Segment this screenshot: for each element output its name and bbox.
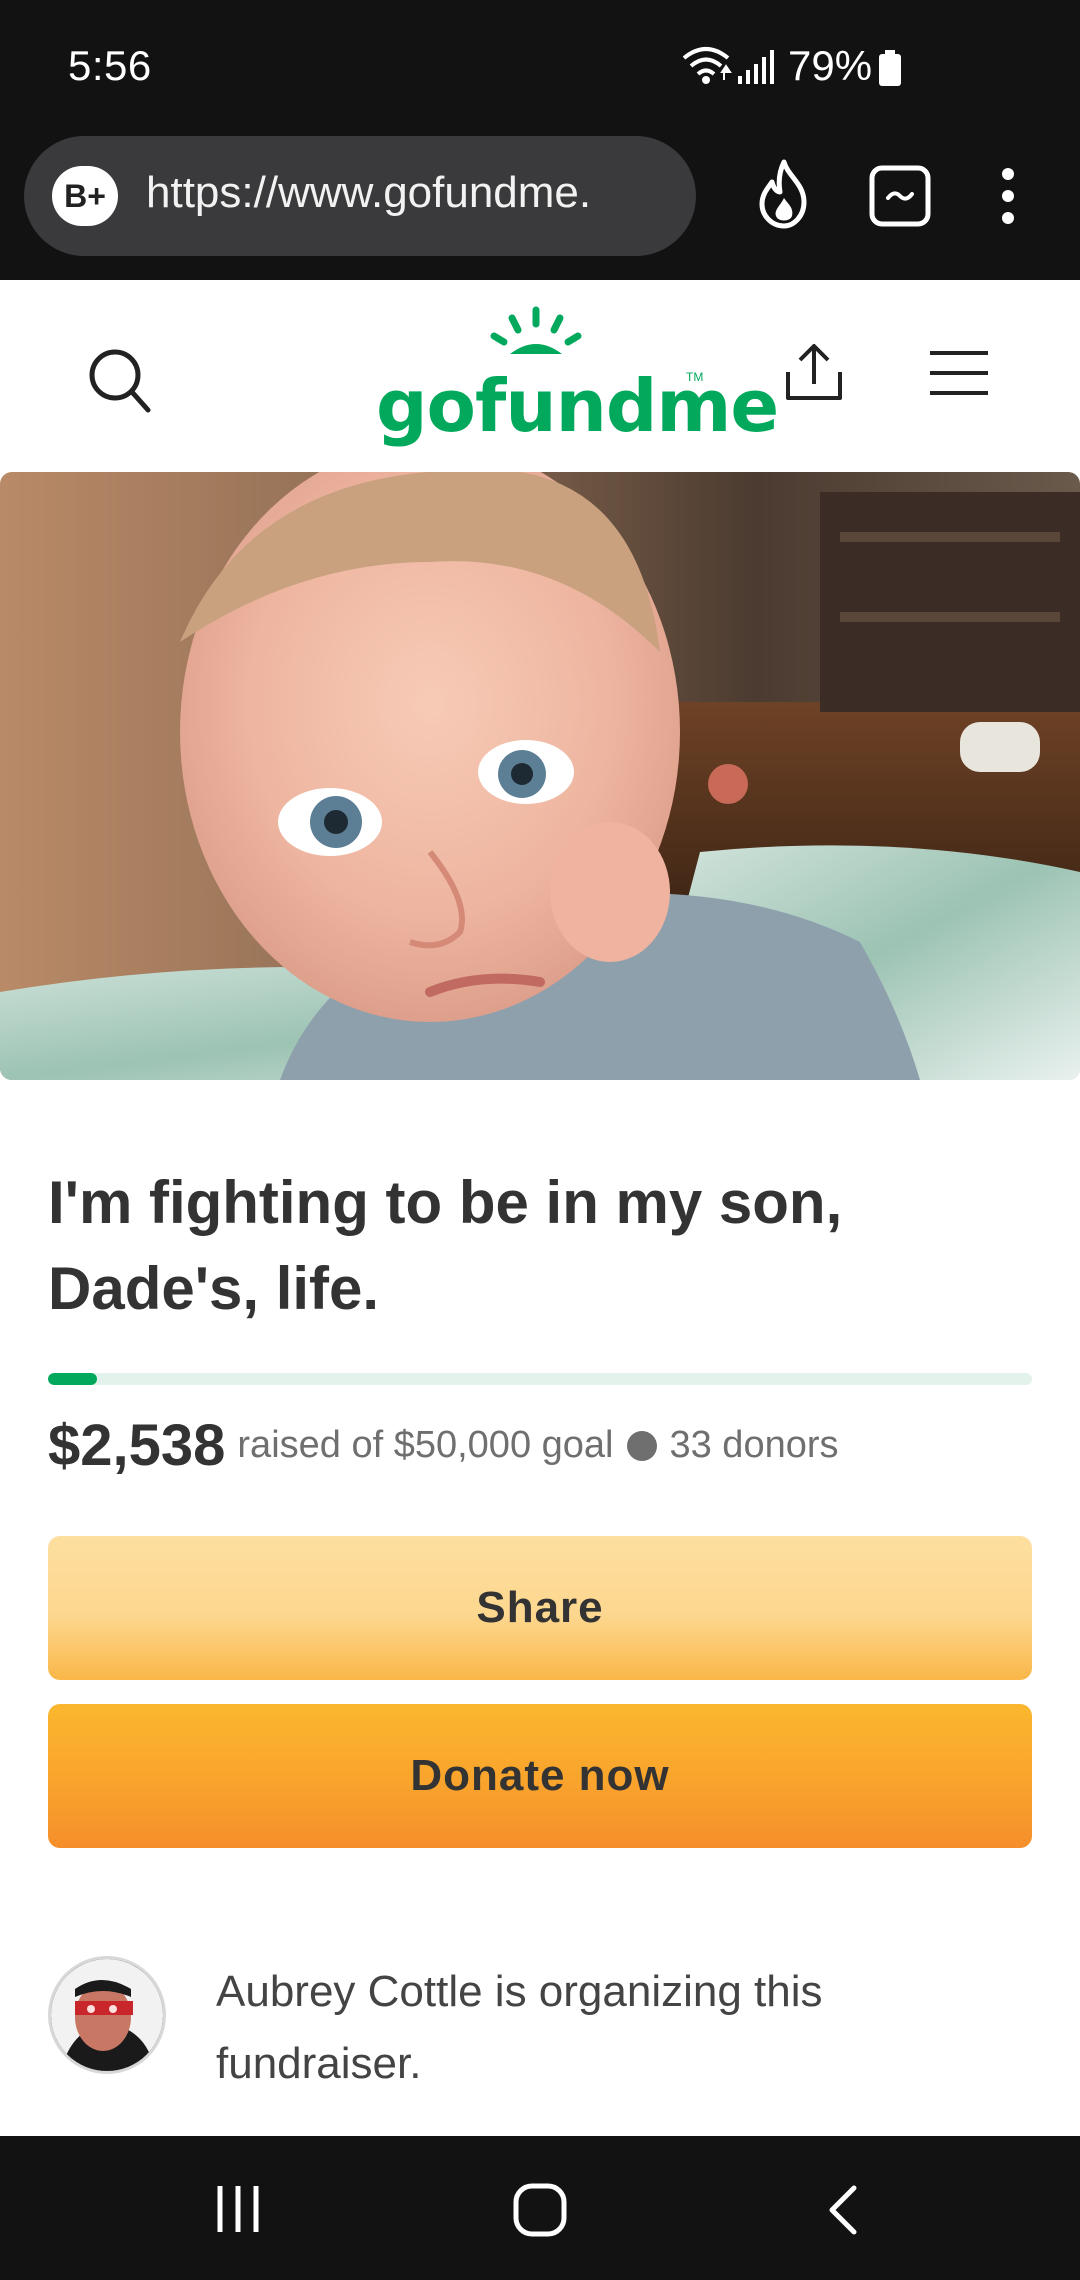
back-icon[interactable] xyxy=(826,2184,860,2241)
signal-icon xyxy=(738,50,774,89)
recent-apps-icon[interactable] xyxy=(214,2184,262,2239)
url-text[interactable]: https://www.gofundme. xyxy=(146,168,686,218)
menu-icon[interactable] xyxy=(928,350,990,401)
organizer-text[interactable]: Aubrey Cottle is organizing this fundrai… xyxy=(216,1956,996,2100)
progress-bar xyxy=(48,1373,1032,1385)
separator-dot xyxy=(627,1430,658,1461)
search-icon[interactable] xyxy=(88,348,152,419)
logo-trademark: TM xyxy=(686,370,704,384)
funding-stats: $2,538 raised of $50,000 goal 33 donors xyxy=(48,1412,1048,1482)
site-header: gofundme TM xyxy=(0,280,1080,470)
status-time: 5:56 xyxy=(68,42,152,89)
share-button[interactable]: Share xyxy=(48,1536,1032,1680)
campaign-title: I'm fighting to be in my son, Dade's, li… xyxy=(48,1169,843,1322)
organizer-section: Aubrey Cottle is organizing this fundrai… xyxy=(48,1956,1048,2088)
gofundme-logo[interactable]: gofundme TM xyxy=(376,304,779,448)
donor-count[interactable]: 33 donors xyxy=(669,1424,838,1466)
fire-icon[interactable] xyxy=(752,158,816,235)
donate-button[interactable]: Donate now xyxy=(48,1704,1032,1848)
system-nav-bar xyxy=(0,2136,1080,2280)
battery-percent: 79% xyxy=(788,42,873,89)
goal-text: raised of $50,000 goal xyxy=(237,1424,614,1466)
wifi-icon xyxy=(680,46,732,91)
organizer-avatar[interactable] xyxy=(48,1956,166,2074)
progress-fill xyxy=(48,1373,98,1385)
status-bar: 5:56 79% xyxy=(0,0,1080,136)
tab-switcher-icon[interactable] xyxy=(868,164,932,233)
browser-toolbar: B+ https://www.gofundme. xyxy=(0,136,1080,280)
site-badge[interactable]: B+ xyxy=(52,166,118,226)
battery-icon xyxy=(878,50,902,91)
logo-text: gofundme xyxy=(376,364,779,448)
share-icon[interactable] xyxy=(782,342,846,409)
screen: 5:56 79% B+ https://www.gofundme. gofund… xyxy=(0,0,1080,2280)
home-icon[interactable] xyxy=(512,2182,568,2243)
more-vert-icon[interactable] xyxy=(1000,168,1016,229)
campaign-photo[interactable] xyxy=(0,472,1080,1080)
raised-amount: $2,538 xyxy=(48,1413,226,1478)
address-bar[interactable]: B+ https://www.gofundme. xyxy=(24,136,696,256)
